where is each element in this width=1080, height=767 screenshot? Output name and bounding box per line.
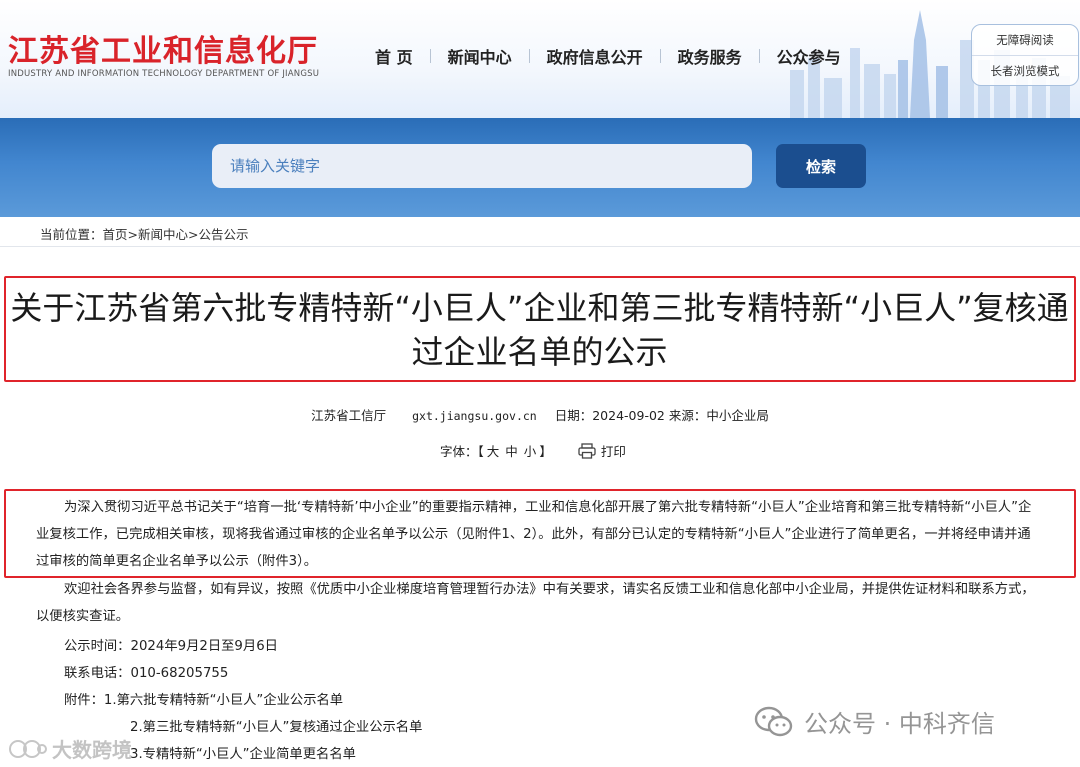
article-title: 关于江苏省第六批专精特新“小巨人”企业和第三批专精特新“小巨人”复核通过企业名单… bbox=[10, 289, 1069, 371]
elderly-mode-button[interactable]: 长者浏览模式 bbox=[972, 55, 1078, 85]
breadcrumb-news-center[interactable]: 新闻中心 bbox=[138, 227, 188, 242]
nav-home[interactable]: 首 页 bbox=[358, 44, 430, 68]
breadcrumb-separator: > bbox=[188, 227, 199, 242]
wechat-watermark: 公众号 · 中科齐信 bbox=[754, 704, 995, 739]
article-tools: 字体：【 大 中 小 】 打印 bbox=[440, 441, 626, 460]
attachment-link-2[interactable]: 2.第三批专精特新“小巨人”复核通过企业公示名单 bbox=[130, 716, 422, 735]
accessibility-panel: 无障碍阅读 长者浏览模式 bbox=[971, 24, 1079, 86]
article-source: 中小企业局 bbox=[706, 408, 769, 423]
breadcrumb: 当前位置：首页>新闻中心>公告公示 bbox=[40, 224, 249, 243]
article-paragraph-2: 欢迎社会各界参与监督，如有异议，按照《优质中小企业梯度培育管理暂行办法》中有关要… bbox=[36, 582, 1035, 624]
brand-watermark-text: 大数跨境 bbox=[52, 738, 132, 762]
nav-public-participation[interactable]: 公众参与 bbox=[760, 44, 858, 68]
attachment-link-3[interactable]: 3.专精特新“小巨人”企业简单更名名单 bbox=[130, 743, 356, 762]
source-label: 来源： bbox=[668, 408, 707, 423]
article-publisher: 江苏省工信厅 bbox=[311, 408, 387, 423]
site-logo-subtitle: INDUSTRY AND INFORMATION TECHNOLOGY DEPA… bbox=[8, 69, 320, 79]
article-meta: 江苏省工信厅 gxt.jiangsu.gov.cn 日期：2024-09-02 来源… bbox=[0, 405, 1080, 424]
nav-gov-info[interactable]: 政府信息公开 bbox=[530, 44, 660, 68]
date-label: 日期： bbox=[554, 408, 593, 423]
search-input[interactable] bbox=[212, 144, 752, 188]
article-site-url: gxt.jiangsu.gov.cn bbox=[412, 409, 537, 423]
main-nav: 首 页 新闻中心 政府信息公开 政务服务 公众参与 bbox=[358, 44, 858, 68]
contact-phone: 联系电话：010-68205755 bbox=[64, 666, 229, 681]
breadcrumb-prefix: 当前位置： bbox=[40, 227, 103, 242]
attachments-label: 附件： bbox=[64, 693, 104, 708]
nav-news-center[interactable]: 新闻中心 bbox=[431, 44, 529, 68]
breadcrumb-separator: > bbox=[127, 227, 139, 242]
article-date: 2024-09-02 bbox=[592, 408, 665, 423]
attachment-item-1: 附件：1.第六批专精特新“小巨人”企业公示名单 bbox=[64, 689, 343, 708]
breadcrumb-announcements[interactable]: 公告公示 bbox=[199, 227, 249, 242]
wechat-watermark-text: 公众号 · 中科齐信 bbox=[804, 710, 995, 738]
font-size-bracket: 】 bbox=[539, 444, 552, 459]
site-header: 江苏省工业和信息化厅 INDUSTRY AND INFORMATION TECH… bbox=[0, 0, 1080, 118]
print-label: 打印 bbox=[600, 444, 626, 459]
breadcrumb-home[interactable]: 首页 bbox=[103, 227, 128, 242]
font-size-large[interactable]: 大 bbox=[487, 441, 500, 460]
brand-watermark-icon bbox=[9, 739, 47, 758]
wechat-icon bbox=[754, 706, 793, 736]
print-button[interactable]: 打印 bbox=[578, 441, 626, 460]
search-button[interactable]: 检索 bbox=[776, 144, 866, 188]
attachment-link-1[interactable]: 1.第六批专精特新“小巨人”企业公示名单 bbox=[104, 693, 343, 708]
nav-gov-services[interactable]: 政务服务 bbox=[661, 44, 759, 68]
article-paragraph-1: 为深入贯彻习近平总书记关于“培育一批‘专精特新’中小企业”的重要指示精神，工业和… bbox=[36, 500, 1032, 569]
font-size-medium[interactable]: 中 bbox=[505, 441, 518, 460]
publicity-time: 公示时间：2024年9月2日至9月6日 bbox=[64, 639, 278, 654]
brand-watermark: 大数跨境 bbox=[8, 734, 132, 763]
title-highlight-box: 关于江苏省第六批专精特新“小巨人”企业和第三批专精特新“小巨人”复核通过企业名单… bbox=[4, 276, 1076, 382]
printer-icon bbox=[578, 442, 596, 459]
font-size-small[interactable]: 小 bbox=[524, 441, 537, 460]
site-logo-title[interactable]: 江苏省工业和信息化厅 bbox=[8, 26, 318, 70]
search-band: 检索 bbox=[0, 118, 1080, 217]
breadcrumb-divider bbox=[0, 246, 1080, 247]
font-size-label: 字体：【 bbox=[440, 444, 484, 459]
barrier-free-reading-button[interactable]: 无障碍阅读 bbox=[972, 25, 1078, 55]
